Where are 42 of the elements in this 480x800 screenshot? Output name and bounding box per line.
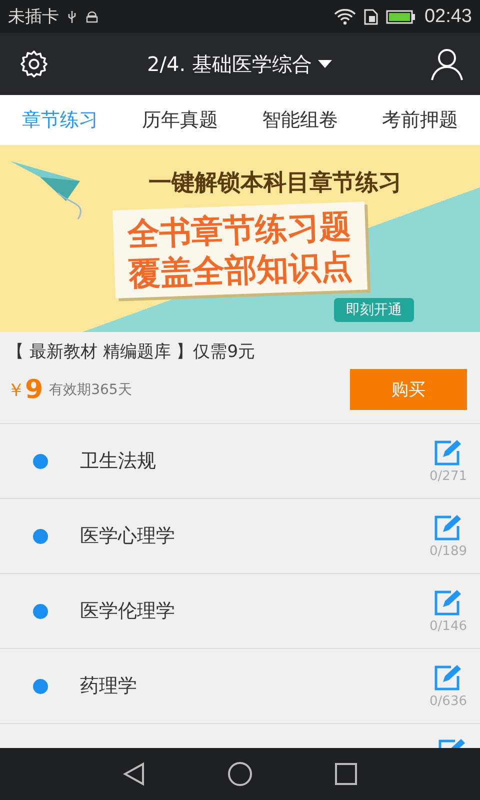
tab[interactable]: 历年真题 [140,101,220,139]
caret-icon [318,60,332,68]
chapter-row[interactable]: 卫生法规 0/271 [0,424,480,499]
currency-symbol: ￥ [7,378,25,402]
recents-icon[interactable] [333,761,359,787]
chapter-name: 卫生法规 [80,449,156,474]
home-icon[interactable] [227,761,253,787]
wifi-icon [334,8,356,24]
banner-slogan: 覆盖全部知识点 [128,247,354,294]
sim-icon [364,8,378,24]
settings-icon[interactable] [19,49,49,79]
price-text: 9 [25,374,44,404]
bullet-dot [33,604,48,618]
subject-dropdown[interactable]: 2/4. 基础医学综合 [147,50,332,78]
chapter-name: 医学伦理学 [80,599,175,624]
user-icon[interactable] [430,47,464,81]
chapter-row[interactable]: 医学伦理学 0/146 [0,574,480,649]
chapter-name: 药理学 [80,674,137,699]
clock-text: 02:43 [424,6,472,28]
chapter-name: 医学心理学 [80,524,175,549]
bullet-dot [33,528,48,544]
battery-icon [386,8,416,24]
edit-icon[interactable] [433,588,464,616]
tab[interactable]: 智能组卷 [260,101,340,139]
banner-headline: 一键解锁本科目章节练习 [148,169,402,198]
tab[interactable]: 考前押题 [380,101,460,139]
edit-icon[interactable] [433,664,464,692]
chapter-row[interactable]: 医学心理学 0/189 [0,499,480,574]
validity-text: 有效期365天 [49,380,132,398]
bullet-dot [33,678,48,694]
offer-title: 【 最新教材 精编题库 】仅需9元 [7,341,256,363]
usb-icon [67,10,77,24]
carrier-text: 未插卡 [8,6,59,28]
progress-count: 0/146 [430,618,467,634]
progress-count: 0/271 [430,468,467,484]
chapter-row[interactable]: 药理学 0/636 [0,649,480,724]
bullet-dot [33,454,48,468]
edit-icon[interactable] [433,438,464,466]
back-icon[interactable] [121,761,147,787]
progress-count: 0/636 [430,694,467,708]
edit-icon[interactable] [433,514,464,542]
progress-count: 0/189 [430,544,467,558]
